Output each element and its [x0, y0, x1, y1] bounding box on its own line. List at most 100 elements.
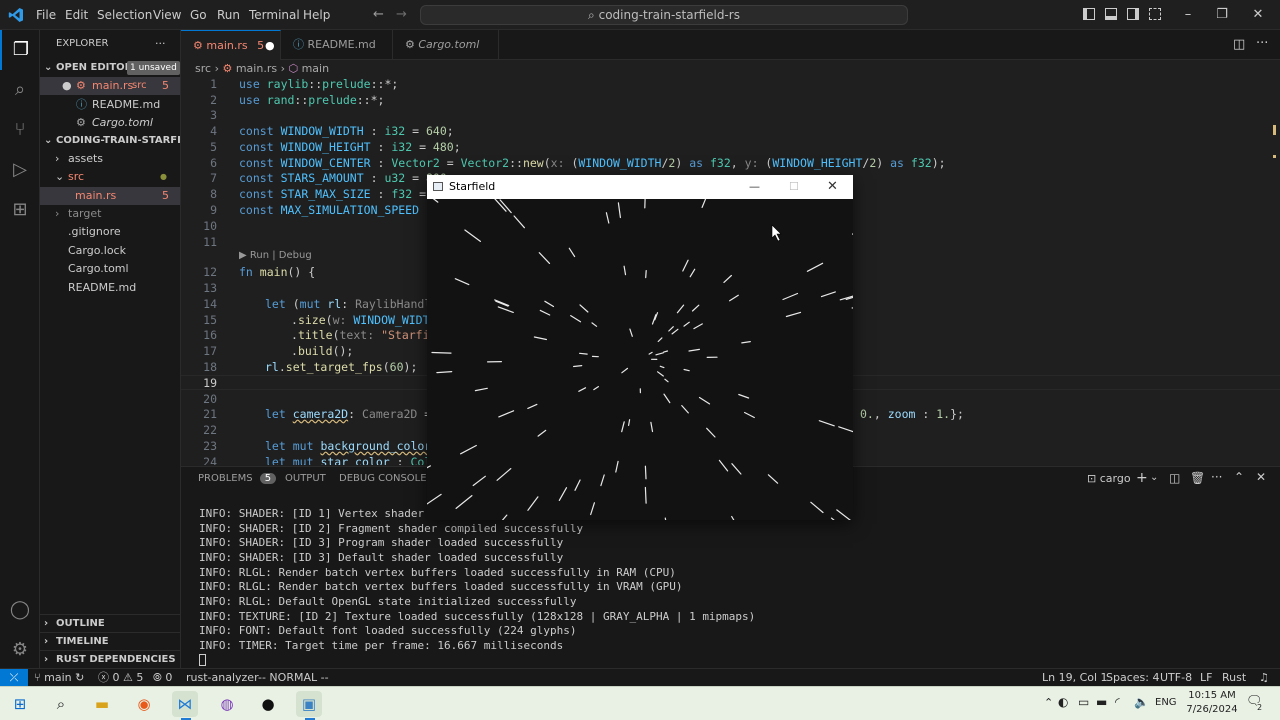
- vscode-icon[interactable]: ⋈: [172, 691, 198, 717]
- unsaved-dot-icon[interactable]: ●: [265, 31, 275, 61]
- language-mode[interactable]: Rust: [1222, 669, 1246, 687]
- close-icon[interactable]: ✕: [827, 175, 838, 199]
- tree-item-assets[interactable]: › assets: [40, 150, 180, 168]
- new-terminal-icon[interactable]: +: [1136, 470, 1148, 486]
- toggle-secondary-sidebar-icon[interactable]: [1127, 8, 1139, 20]
- timeline-header[interactable]: › TIMELINE: [40, 632, 180, 650]
- tab-problems[interactable]: PROBLEMS 5: [198, 473, 277, 484]
- split-terminal-icon[interactable]: ◫: [1169, 471, 1180, 485]
- close-panel-icon[interactable]: ✕: [1256, 470, 1266, 484]
- minimize-icon[interactable]: —: [749, 175, 760, 199]
- outline-header[interactable]: › OUTLINE: [40, 614, 180, 632]
- account-icon[interactable]: ◯: [0, 590, 40, 630]
- open-editors-header[interactable]: ⌄ OPEN EDITORS 1 unsaved: [40, 59, 180, 77]
- menu-go[interactable]: Go: [190, 0, 207, 30]
- code-line: 0., zoom : 1.};: [860, 407, 964, 421]
- chevron-up-icon[interactable]: ⌃: [1044, 696, 1053, 709]
- tree-item-cargo-toml[interactable]: Cargo.toml: [40, 260, 180, 278]
- tab-cargo-toml[interactable]: ⚙ Cargo.toml: [393, 30, 499, 60]
- menu-selection[interactable]: Selection: [97, 0, 152, 30]
- project-header[interactable]: ⌄ CODING-TRAIN-STARFIEL...: [40, 132, 180, 150]
- menu-edit[interactable]: Edit: [65, 0, 88, 30]
- indentation[interactable]: Spaces: 4: [1106, 669, 1159, 687]
- search-icon[interactable]: ⌕: [0, 70, 40, 110]
- code-line: const WINDOW_HEIGHT : i32 = 480;: [239, 140, 461, 154]
- rust-analyzer-status[interactable]: rust-analyzer: [186, 669, 259, 687]
- menu-terminal[interactable]: Terminal: [249, 0, 300, 30]
- menu-help[interactable]: Help: [303, 0, 330, 30]
- toggle-panel-icon[interactable]: [1105, 8, 1117, 20]
- breadcrumb-file[interactable]: main.rs: [236, 62, 277, 75]
- open-editor-cargo-toml[interactable]: ⚙ Cargo.toml: [40, 114, 180, 132]
- encoding[interactable]: UTF-8: [1160, 669, 1192, 687]
- file-explorer-icon[interactable]: ▬: [89, 691, 115, 717]
- end-of-line[interactable]: LF: [1200, 669, 1212, 687]
- tree-item-target[interactable]: › target: [40, 205, 180, 223]
- tab-readme[interactable]: ⓘ README.md: [281, 30, 393, 60]
- tree-item-readme[interactable]: README.md: [40, 279, 180, 297]
- command-center[interactable]: ⌕ coding-train-starfield-rs: [420, 5, 908, 25]
- close-icon[interactable]: ✕: [1238, 0, 1278, 30]
- firefox-icon[interactable]: ◉: [131, 691, 157, 717]
- search-icon[interactable]: ⌕: [48, 691, 74, 717]
- trash-icon[interactable]: 🗑: [1190, 471, 1205, 485]
- star-streak: [593, 386, 599, 391]
- more-actions-icon[interactable]: ···: [1256, 36, 1268, 51]
- network-icon[interactable]: ▭: [1078, 695, 1089, 709]
- more-actions-icon[interactable]: ···: [1211, 470, 1222, 484]
- wifi-icon[interactable]: ◜: [1115, 695, 1120, 709]
- notifications-bell-icon[interactable]: ♫: [1259, 669, 1269, 687]
- more-actions-icon[interactable]: ···: [155, 35, 175, 53]
- menu-run[interactable]: Run: [217, 0, 240, 30]
- obs-studio-icon[interactable]: ●: [255, 691, 281, 717]
- maximize-icon[interactable]: ☐: [789, 175, 799, 199]
- tab-output[interactable]: OUTPUT: [285, 473, 326, 484]
- volume-icon[interactable]: 🔈: [1134, 695, 1149, 709]
- windows-start-icon[interactable]: ⊞: [7, 691, 33, 717]
- tab-main-rs[interactable]: ⚙ main.rs 5 ●: [181, 30, 281, 60]
- menu-view[interactable]: View: [153, 0, 181, 30]
- terminal-selector[interactable]: ⊡ cargo: [1087, 472, 1131, 485]
- starfield-canvas[interactable]: [427, 199, 853, 520]
- open-editor-readme[interactable]: ⓘ README.md: [40, 96, 180, 114]
- open-editor-main-rs[interactable]: ● ⚙ main.rs src 5: [40, 77, 180, 95]
- breadcrumb-folder[interactable]: src: [195, 62, 211, 75]
- explorer-icon[interactable]: ❐: [0, 30, 40, 70]
- forward-arrow-icon[interactable]: →: [396, 7, 407, 22]
- run-debug-icon[interactable]: ▷: [0, 150, 40, 190]
- tree-item-gitignore[interactable]: .gitignore: [40, 223, 180, 241]
- manage-gear-icon[interactable]: ⚙: [0, 630, 40, 670]
- starfield-window[interactable]: Starfield — ☐ ✕: [427, 175, 853, 520]
- star-streak: [573, 365, 583, 368]
- obs-app-icon[interactable]: ◍: [214, 691, 240, 717]
- back-arrow-icon[interactable]: ←: [373, 7, 384, 22]
- star-streak: [718, 459, 729, 472]
- tree-item-main-rs[interactable]: main.rs 5: [40, 187, 180, 205]
- ports-indicator[interactable]: ⦾ 0: [153, 669, 172, 687]
- tree-item-cargo-lock[interactable]: Cargo.lock: [40, 242, 180, 260]
- chevron-up-icon[interactable]: ⌃: [1234, 470, 1244, 484]
- toggle-primary-sidebar-icon[interactable]: [1083, 8, 1095, 20]
- tree-item-src[interactable]: ⌄ src ●: [40, 168, 180, 186]
- split-editor-icon[interactable]: ◫: [1233, 37, 1245, 52]
- branch-indicator[interactable]: ⑂ main ↻: [34, 669, 84, 687]
- tray-app-icon[interactable]: ◐: [1058, 695, 1068, 709]
- source-control-icon[interactable]: ⑂: [0, 110, 40, 150]
- chevron-down-icon[interactable]: ⌄: [1150, 472, 1158, 483]
- breadcrumb-symbol[interactable]: main: [302, 62, 329, 75]
- battery-icon[interactable]: ▬: [1096, 695, 1107, 709]
- cursor-position[interactable]: Ln 19, Col 1: [1042, 669, 1108, 687]
- starfield-app-icon[interactable]: ▣: [296, 691, 322, 717]
- language-indicator[interactable]: ENG: [1155, 697, 1177, 708]
- extensions-icon[interactable]: ⊞: [0, 190, 40, 230]
- menu-file[interactable]: File: [36, 0, 56, 30]
- problems-indicator[interactable]: ⓧ 0 ⚠ 5: [98, 669, 143, 687]
- rust-dependencies-header[interactable]: › RUST DEPENDENCIES: [40, 650, 180, 668]
- remote-indicator-icon[interactable]: ⤫: [0, 669, 28, 687]
- maximize-icon[interactable]: ❐: [1202, 0, 1242, 30]
- tab-debug-console[interactable]: DEBUG CONSOLE: [339, 473, 427, 484]
- clock[interactable]: 10:15 AM 7/26/2024: [1183, 689, 1241, 717]
- customize-layout-icon[interactable]: [1149, 8, 1161, 20]
- codelens-run-debug[interactable]: ▶ Run | Debug: [239, 250, 312, 261]
- starfield-title-bar[interactable]: Starfield — ☐ ✕: [427, 175, 853, 199]
